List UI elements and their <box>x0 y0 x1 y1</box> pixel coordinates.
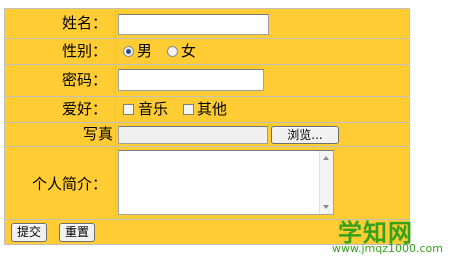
hobby-other-label: 其他 <box>197 100 228 118</box>
password-input[interactable] <box>118 69 264 91</box>
submit-button[interactable]: 提交 <box>11 223 47 242</box>
photo-file-input[interactable] <box>118 126 268 144</box>
bio-scrollbar[interactable] <box>319 151 333 214</box>
gender-label: 性别： <box>61 42 107 60</box>
gender-female-label: 女 <box>181 42 197 60</box>
bio-label: 个人简介： <box>31 175 107 193</box>
scroll-down-arrow-icon[interactable] <box>323 205 329 209</box>
watermark-url: www.jmqz1000.com <box>332 242 443 255</box>
gender-options-cell <box>116 39 409 64</box>
name-input[interactable] <box>118 14 269 35</box>
gender-male-label: 男 <box>137 42 153 60</box>
scroll-up-arrow-icon[interactable] <box>323 156 329 160</box>
gender-female-radio[interactable] <box>167 46 178 57</box>
reset-button[interactable]: 重置 <box>59 223 95 242</box>
browse-button[interactable]: 浏览... <box>271 126 339 144</box>
hobby-music-checkbox[interactable] <box>123 104 134 115</box>
hobby-label: 爱好： <box>61 100 107 118</box>
password-label: 密码： <box>61 71 107 89</box>
hobby-other-checkbox[interactable] <box>183 104 194 115</box>
gender-male-radio[interactable] <box>123 46 134 57</box>
photo-label: 写真 <box>82 125 113 143</box>
name-label: 姓名： <box>61 14 107 32</box>
bio-textarea[interactable] <box>118 150 334 215</box>
hobby-music-label: 音乐 <box>138 100 169 118</box>
